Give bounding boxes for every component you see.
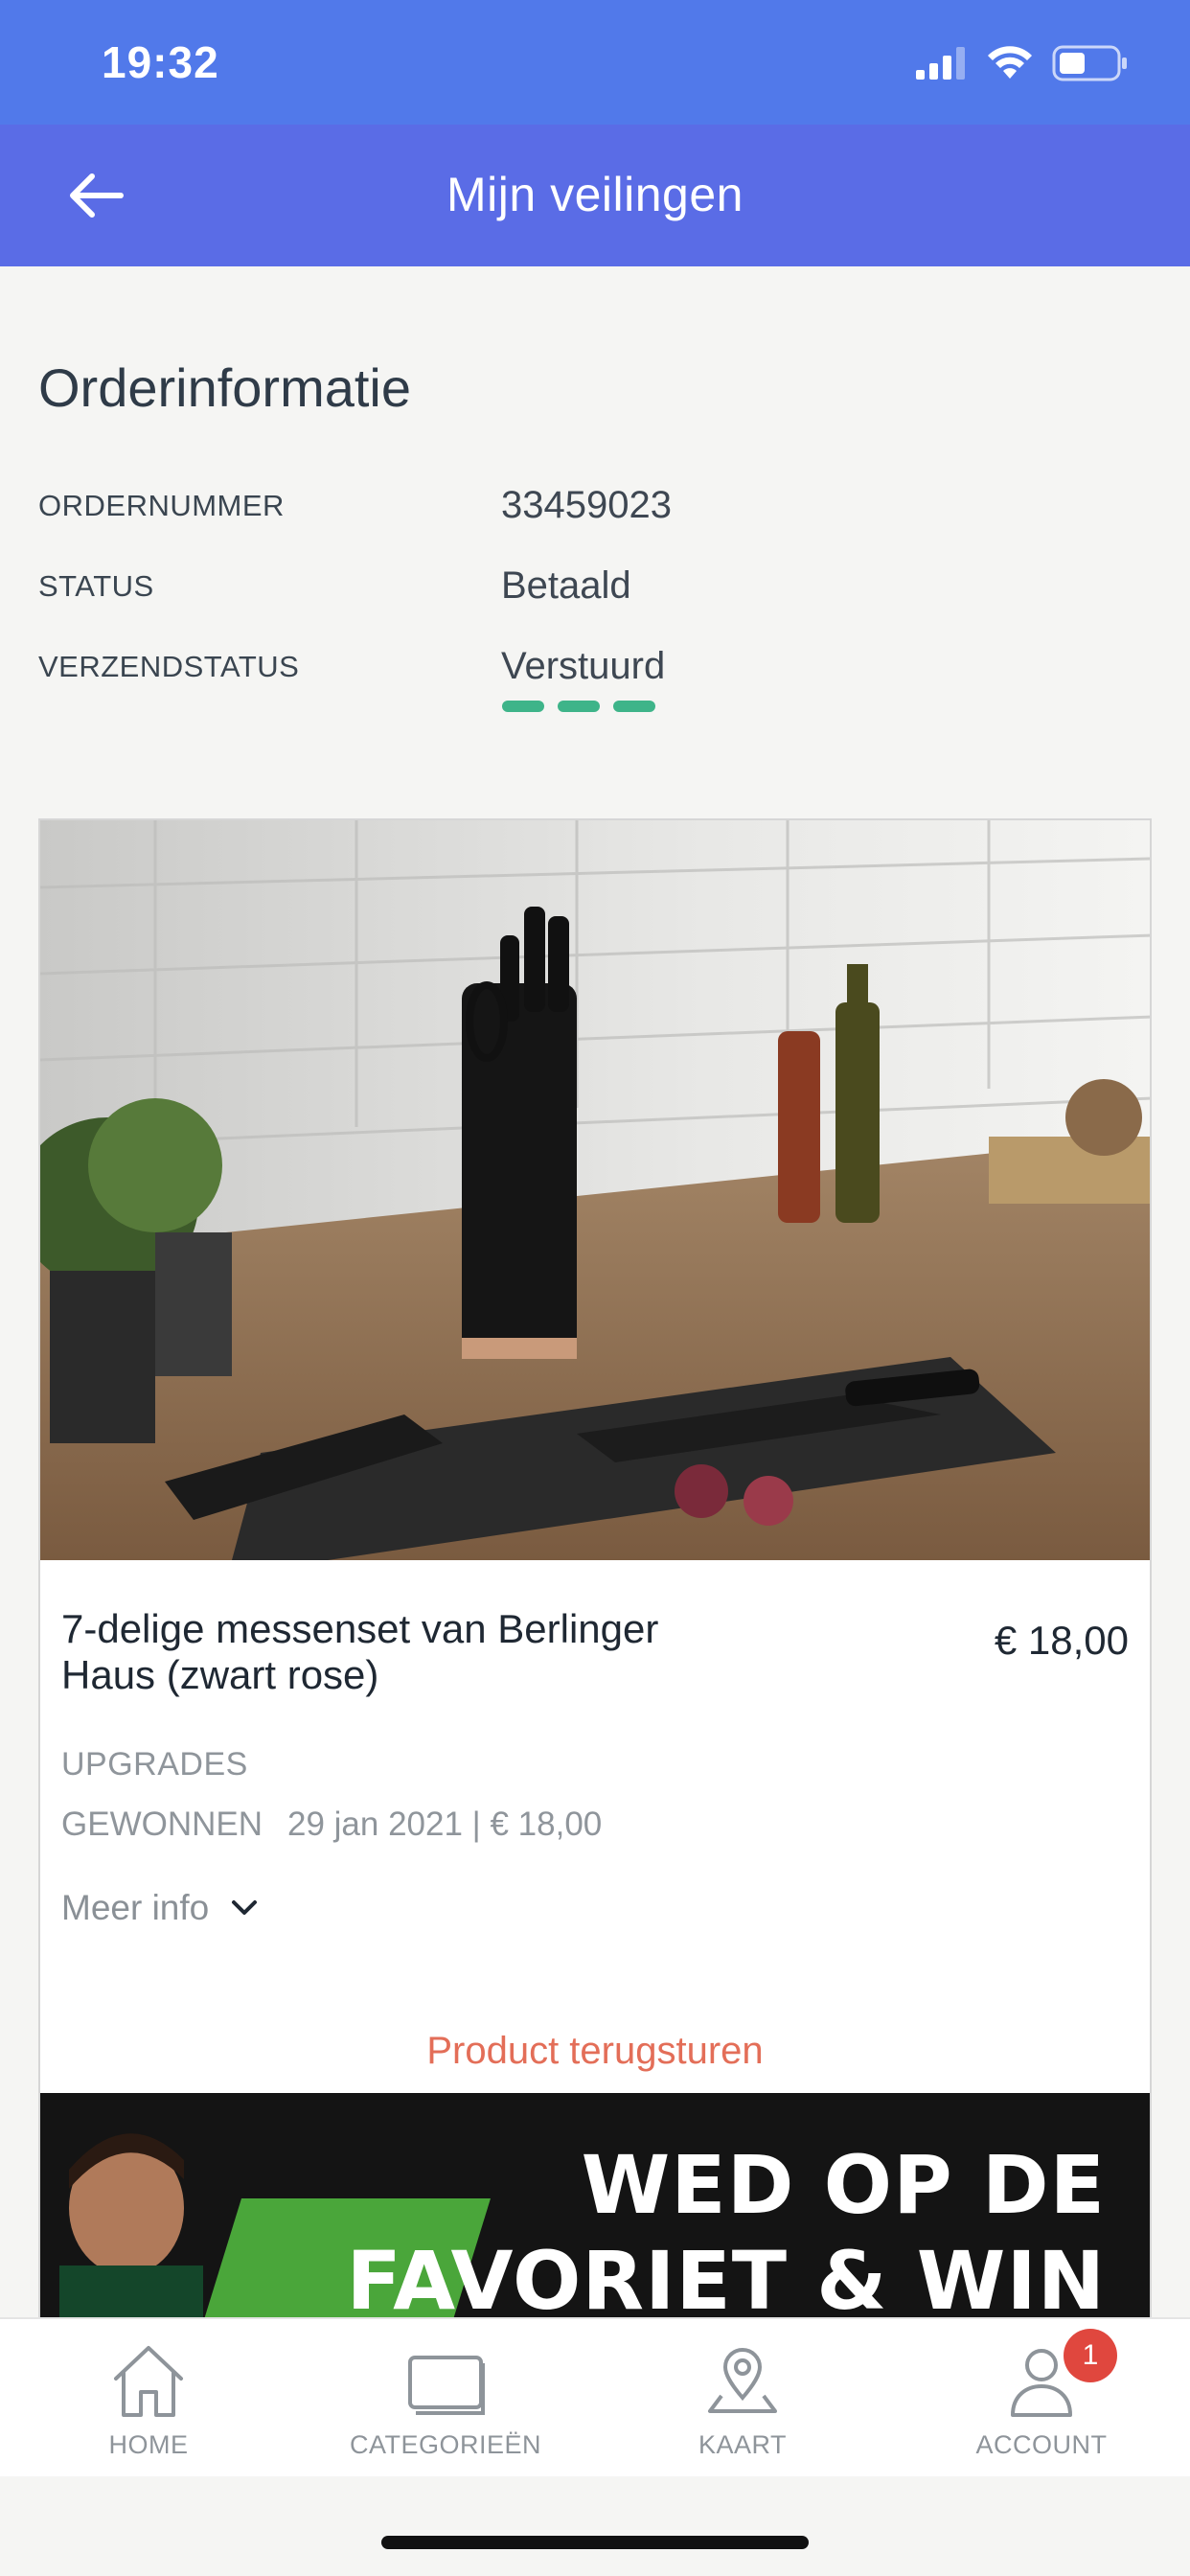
- product-image: [40, 820, 1150, 1560]
- shipping-status-label: VERZENDSTATUS: [38, 650, 300, 683]
- product-card: 7-delige messenset van Berlinger Haus (z…: [38, 818, 1152, 2352]
- banner-line-2: FAVORIET & WIN: [346, 2234, 1106, 2328]
- tab-account-label: ACCOUNT: [975, 2430, 1108, 2459]
- chevron-down-icon: [232, 1900, 258, 1915]
- tab-home[interactable]: HOME: [0, 2319, 297, 2478]
- progress-dash: [613, 701, 655, 712]
- status-bar: 19:32: [0, 0, 1190, 125]
- return-product-link[interactable]: Product terugsturen: [40, 2030, 1150, 2073]
- tab-categories-label: CATEGORIEËN: [349, 2430, 542, 2459]
- won-row: GEWONNEN 29 jan 2021 | € 18,00: [61, 1806, 602, 1844]
- won-detail: 29 jan 2021 | € 18,00: [287, 1806, 603, 1843]
- promo-banner[interactable]: WED OP DE FAVORIET & WIN: [40, 2093, 1150, 2350]
- payment-status-value: Betaald: [501, 564, 631, 607]
- map-pin-icon: [708, 2348, 777, 2413]
- signal-icon: [916, 47, 965, 80]
- page-title: Mijn veilingen: [446, 168, 744, 221]
- notification-badge: 1: [1064, 2329, 1117, 2382]
- tab-map[interactable]: KAART: [594, 2319, 891, 2478]
- more-info-label: Meer info: [61, 1888, 210, 1927]
- tab-categories[interactable]: CATEGORIEËN: [297, 2319, 594, 2478]
- status-icons: [916, 44, 1129, 82]
- tab-account[interactable]: 1 ACCOUNT: [893, 2319, 1190, 2478]
- progress-dash: [502, 701, 544, 712]
- order-number-value: 33459023: [501, 484, 672, 526]
- banner-line-1: WED OP DE: [581, 2138, 1106, 2232]
- home-icon: [114, 2346, 183, 2417]
- wifi-icon: [988, 46, 1032, 79]
- nav-header: Mijn veilingen: [0, 125, 1190, 266]
- won-label: GEWONNEN: [61, 1806, 263, 1843]
- categories-icon: [408, 2356, 485, 2415]
- bottom-tab-bar: HOME CATEGORIEËN KAART 1 ACCOUNT: [0, 2317, 1190, 2476]
- order-info-heading: Orderinformatie: [38, 357, 412, 418]
- payment-status-label: STATUS: [38, 569, 154, 603]
- progress-dash: [558, 701, 600, 712]
- shipping-status-value: Verstuurd: [501, 645, 666, 687]
- more-info-toggle[interactable]: Meer info: [61, 1888, 259, 1928]
- battery-icon: [1052, 45, 1127, 81]
- order-number-label: ORDERNUMMER: [38, 489, 285, 522]
- product-price: € 18,00: [994, 1618, 1129, 1663]
- shipping-progress-indicator: [502, 701, 655, 712]
- tab-map-label: KAART: [698, 2430, 788, 2459]
- product-title: 7-delige messenset van Berlinger Haus (z…: [61, 1606, 659, 1697]
- home-indicator[interactable]: [381, 2536, 809, 2549]
- upgrades-label: UPGRADES: [61, 1746, 248, 1782]
- status-time: 19:32: [102, 37, 219, 87]
- tab-home-label: HOME: [108, 2430, 189, 2459]
